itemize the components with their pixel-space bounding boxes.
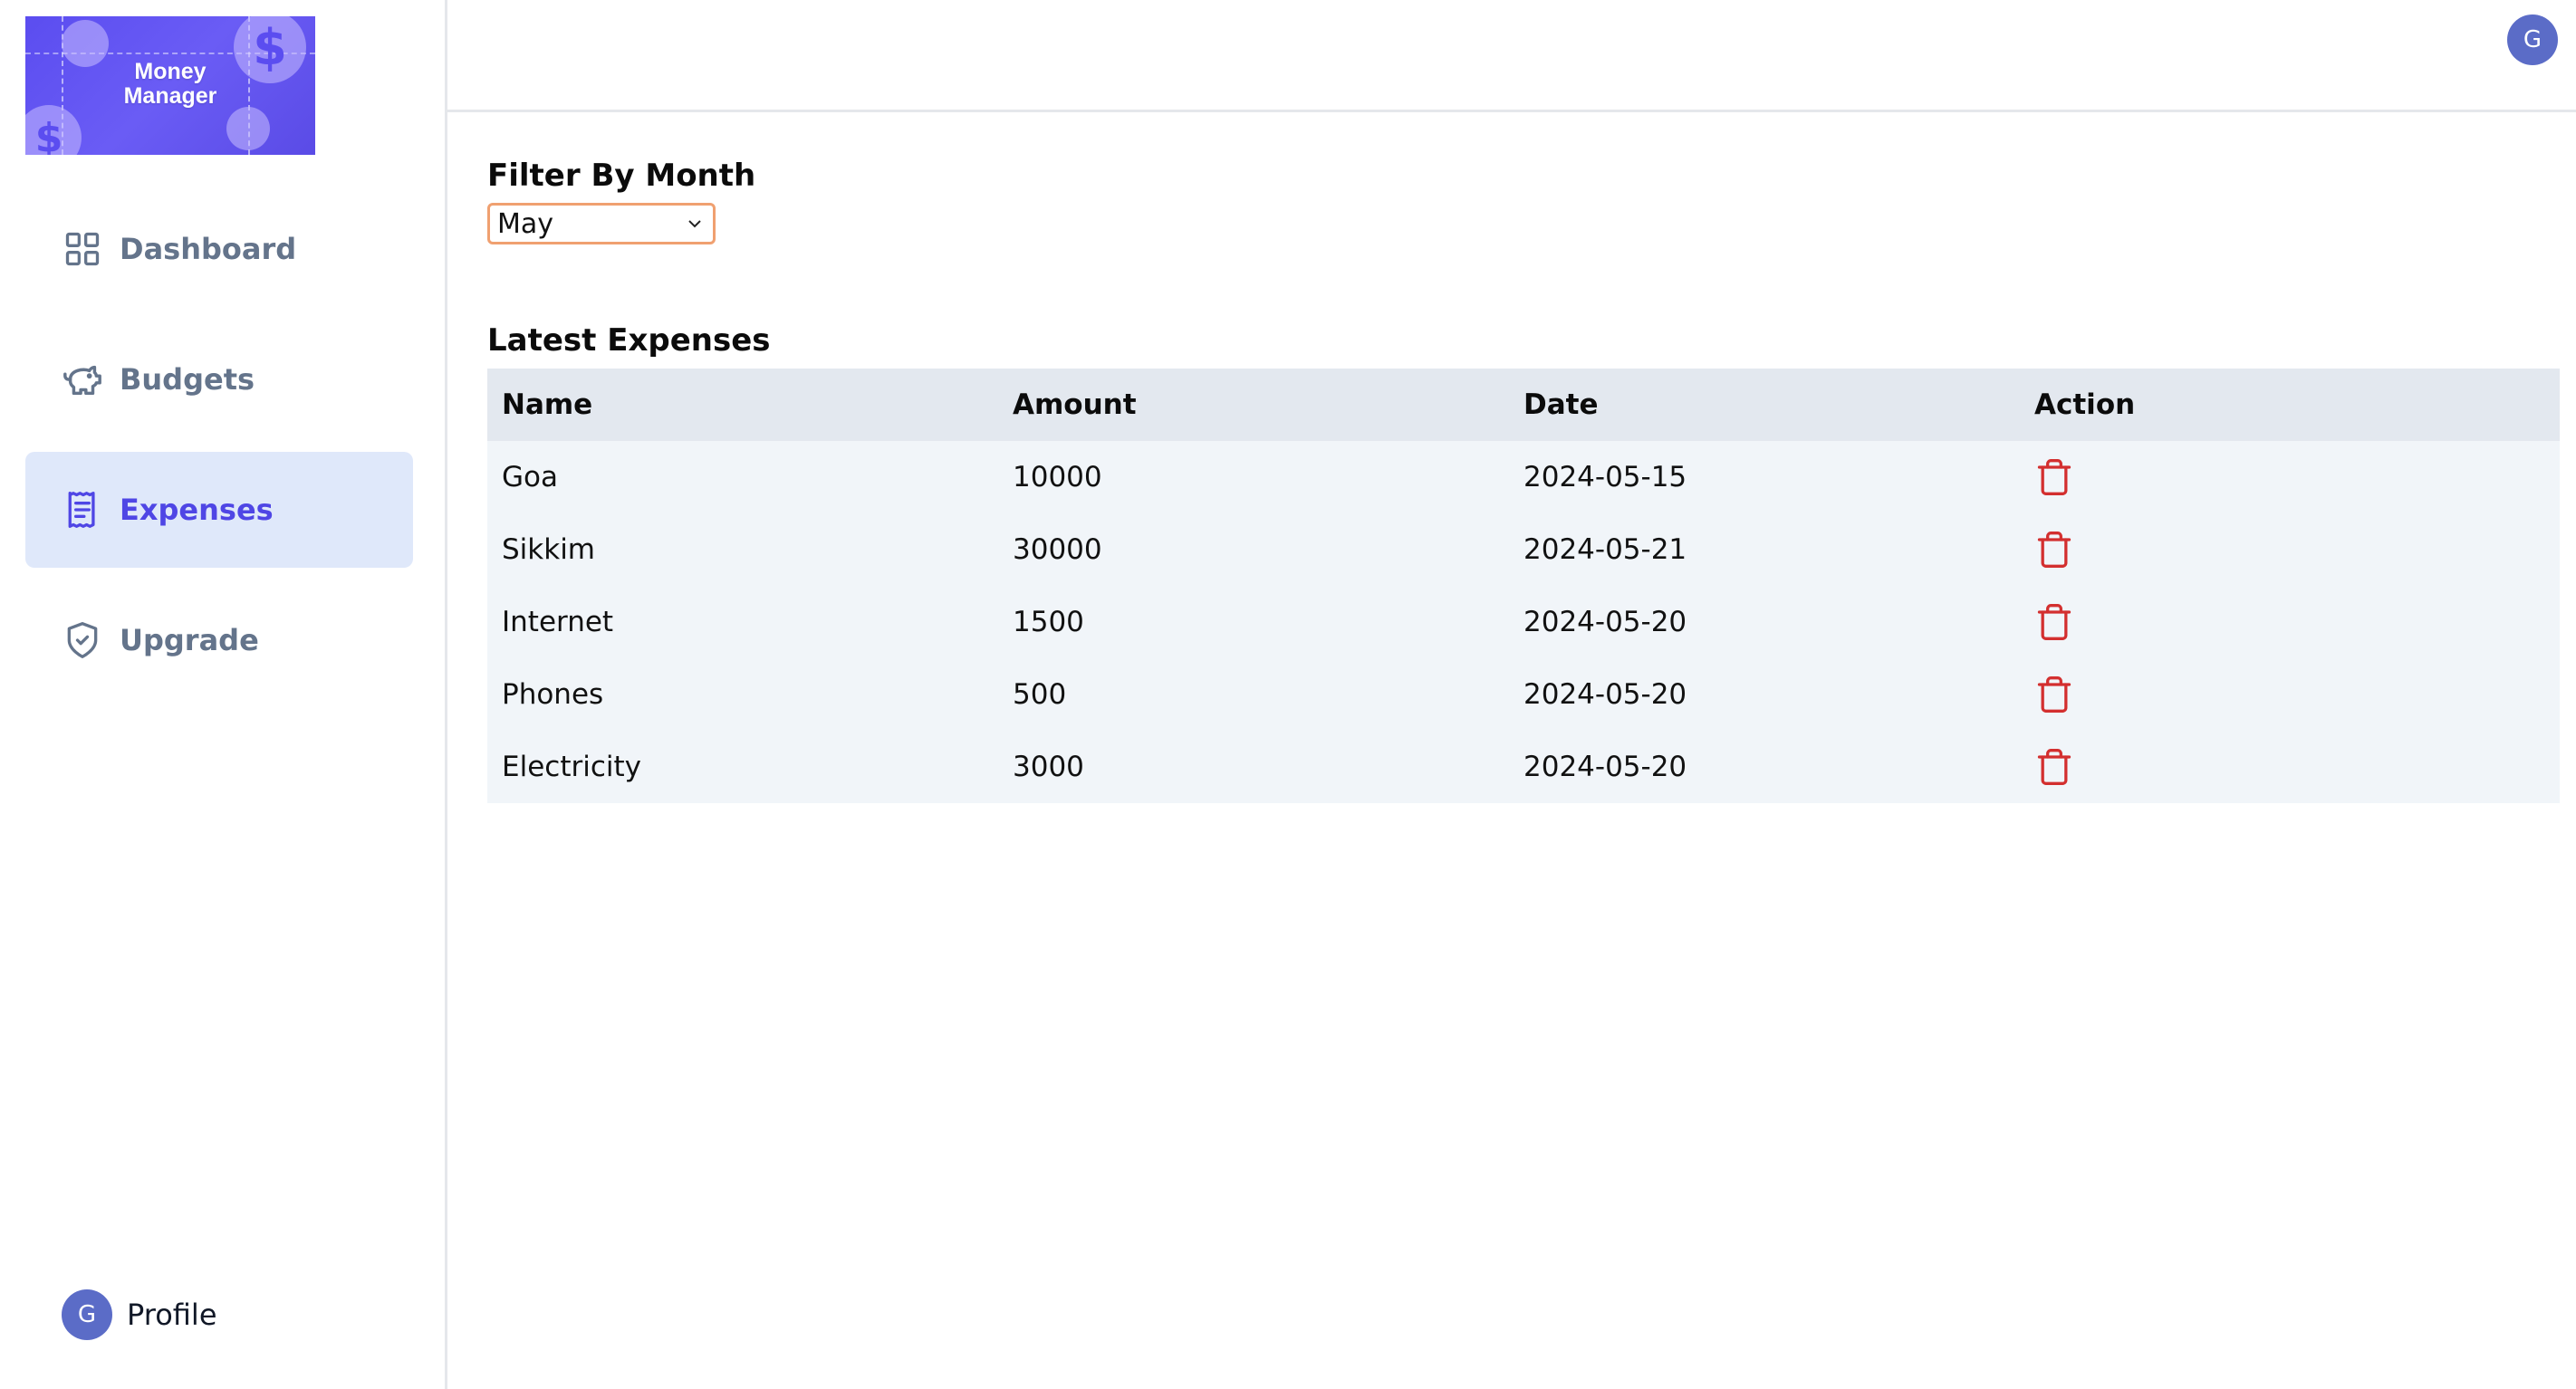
- sidebar-item-label: Dashboard: [120, 232, 297, 266]
- dollar-coin-icon: $: [25, 105, 82, 155]
- expense-name: Electricity: [487, 731, 998, 803]
- column-header-date: Date: [1509, 369, 2020, 441]
- chevron-down-icon: [688, 220, 701, 228]
- trash-icon[interactable]: [2034, 530, 2074, 570]
- expense-amount: 1500: [998, 586, 1509, 658]
- expense-action: [2020, 441, 2560, 513]
- sidebar-item-dashboard[interactable]: Dashboard: [25, 191, 413, 307]
- top-header: G: [447, 0, 2576, 112]
- trash-icon[interactable]: [2034, 675, 2074, 714]
- expense-name: Internet: [487, 586, 998, 658]
- app-logo[interactable]: $ $ Money Manager: [25, 16, 315, 155]
- logo-line-1: Money: [134, 59, 207, 84]
- avatar: G: [62, 1289, 112, 1340]
- expense-action: [2020, 731, 2560, 803]
- expense-date: 2024-05-15: [1509, 441, 2020, 513]
- table-row: Sikkim 30000 2024-05-21: [487, 513, 2560, 586]
- expense-amount: 30000: [998, 513, 1509, 586]
- sidebar-item-upgrade[interactable]: Upgrade: [25, 582, 413, 698]
- receipt-icon: [62, 489, 103, 531]
- expense-amount: 10000: [998, 441, 1509, 513]
- month-select[interactable]: May: [487, 203, 716, 244]
- table-row: Internet 1500 2024-05-20: [487, 586, 2560, 658]
- logo-text: Money Manager: [25, 60, 315, 109]
- expense-action: [2020, 513, 2560, 586]
- sidebar-item-expenses[interactable]: Expenses: [25, 452, 413, 568]
- table-row: Phones 500 2024-05-20: [487, 658, 2560, 731]
- sidebar-item-label: Upgrade: [120, 623, 259, 657]
- section-title: Latest Expenses: [487, 322, 771, 359]
- user-avatar-button[interactable]: G: [2507, 14, 2558, 65]
- sidebar-item-label: Budgets: [120, 362, 255, 397]
- sidebar: $ $ Money Manager Dashboard Budgets Expe…: [0, 0, 447, 1389]
- column-header-amount: Amount: [998, 369, 1509, 441]
- expense-name: Goa: [487, 441, 998, 513]
- profile-label: Profile: [127, 1298, 217, 1332]
- expense-amount: 500: [998, 658, 1509, 731]
- table-header-row: Name Amount Date Action: [487, 369, 2560, 441]
- app-root: $ $ Money Manager Dashboard Budgets Expe…: [0, 0, 2576, 1389]
- sidebar-item-budgets[interactable]: Budgets: [25, 321, 413, 437]
- month-select-value: May: [497, 207, 554, 240]
- sidebar-item-label: Expenses: [120, 493, 274, 527]
- expense-action: [2020, 586, 2560, 658]
- trash-icon[interactable]: [2034, 457, 2074, 497]
- grid-icon: [62, 228, 103, 270]
- filter-title: Filter By Month: [487, 158, 756, 194]
- profile-link[interactable]: G Profile: [62, 1289, 217, 1340]
- coin-icon: [226, 107, 270, 150]
- column-header-name: Name: [487, 369, 998, 441]
- table-row: Electricity 3000 2024-05-20: [487, 731, 2560, 803]
- expense-amount: 3000: [998, 731, 1509, 803]
- expense-date: 2024-05-20: [1509, 586, 2020, 658]
- expense-action: [2020, 658, 2560, 731]
- expense-date: 2024-05-20: [1509, 731, 2020, 803]
- piggy-bank-icon: [62, 359, 103, 400]
- expense-name: Phones: [487, 658, 998, 731]
- table-row: Goa 10000 2024-05-15: [487, 441, 2560, 513]
- expense-date: 2024-05-20: [1509, 658, 2020, 731]
- trash-icon[interactable]: [2034, 602, 2074, 642]
- column-header-action: Action: [2020, 369, 2560, 441]
- expense-name: Sikkim: [487, 513, 998, 586]
- expenses-table: Name Amount Date Action Goa 10000 2024-0…: [487, 369, 2560, 803]
- shield-check-icon: [62, 619, 103, 661]
- logo-line-2: Manager: [123, 83, 217, 109]
- expense-date: 2024-05-21: [1509, 513, 2020, 586]
- trash-icon[interactable]: [2034, 747, 2074, 787]
